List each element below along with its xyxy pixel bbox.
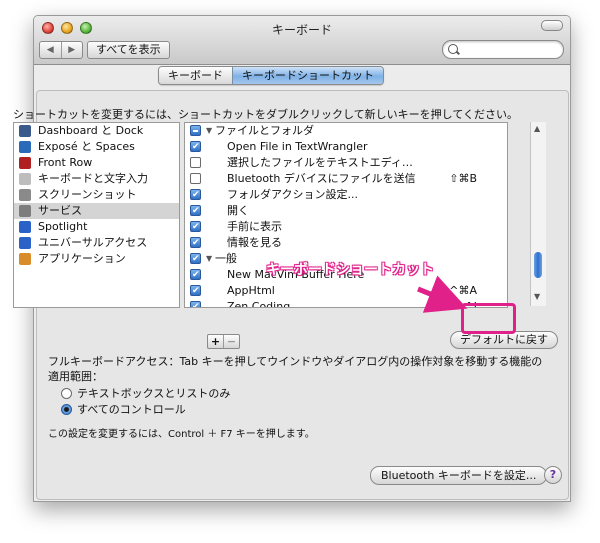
category-label: Exposé と Spaces	[38, 140, 135, 153]
shortcut-row[interactable]: フォルダアクション設定...	[185, 187, 507, 203]
radio-all-controls[interactable]: すべてのコントロール	[61, 403, 186, 417]
shortcut-checkbox[interactable]	[190, 203, 201, 219]
radio-on-icon	[61, 404, 72, 415]
annotation-highlight-box	[461, 303, 516, 334]
full-keyboard-access-label: フルキーボードアクセス：Tab キーを押してウインドウやダイアログ内の操作対象を…	[48, 355, 543, 383]
remove-shortcut-button[interactable]: −	[224, 335, 239, 348]
instruction-text: ショートカットを変更するには、ショートカットをダブルクリックして新しいキーを押し…	[13, 108, 519, 121]
forward-button[interactable]: ▶	[62, 42, 83, 58]
shortcut-row[interactable]: Zen Coding^I	[185, 299, 507, 308]
category-item[interactable]: Spotlight	[14, 219, 179, 235]
category-label: キーボードと文字入力	[38, 172, 148, 185]
spotlight-icon	[19, 221, 31, 233]
shortcut-row[interactable]: Bluetooth デバイスにファイルを送信 ⇧⌘B	[185, 171, 507, 187]
shortcut-label: 選択したファイルをテキストエディ…	[227, 156, 413, 169]
shortcut-group-row[interactable]: ▼ ファイルとフォルダ	[185, 123, 507, 139]
shortcut-checkbox[interactable]	[190, 219, 201, 235]
category-item[interactable]: スクリーンショット	[14, 187, 179, 203]
screenshot-icon	[19, 189, 31, 201]
shortcut-label: AppHtml	[227, 284, 275, 297]
shortcut-label: 一般	[215, 252, 237, 265]
toolbar-toggle-button[interactable]	[541, 20, 563, 31]
tab-keyboard-shortcuts[interactable]: キーボードショートカット	[232, 67, 383, 84]
shortcut-key[interactable]: ^⌘A	[449, 283, 477, 299]
shortcut-label: フォルダアクション設定...	[227, 188, 358, 201]
category-item[interactable]: ユニバーサルアクセス	[14, 235, 179, 251]
shortcut-row[interactable]: 情報を見る	[185, 235, 507, 251]
scroll-down-arrow-icon[interactable]: ▼	[534, 292, 540, 301]
shortcut-key[interactable]: ⇧⌘B	[449, 171, 477, 187]
shortcut-checkbox[interactable]	[190, 139, 201, 155]
shortcut-list-scrollbar[interactable]: ▲ ▼	[530, 122, 546, 306]
shortcut-row[interactable]: 開く	[185, 203, 507, 219]
window-title: キーボード	[271, 23, 332, 37]
category-item[interactable]: サービス	[14, 203, 179, 219]
shortcut-checkbox[interactable]	[190, 187, 201, 203]
shortcut-label: Open File in TextWrangler	[227, 140, 368, 153]
category-list[interactable]: Dashboard と Dock Exposé と Spaces Front Row…	[13, 122, 180, 308]
title-bar: キーボード ◀ ▶ すべてを表示	[34, 16, 570, 65]
radio-text-boxes-and-lists[interactable]: テキストボックスとリストのみ	[61, 387, 230, 401]
search-field[interactable]	[442, 40, 564, 59]
shortcut-checkbox[interactable]	[190, 267, 201, 283]
shortcut-label: Bluetooth デバイスにファイルを送信	[227, 172, 416, 185]
shortcut-checkbox[interactable]	[190, 299, 201, 307]
dashboard-dock-icon	[19, 125, 31, 137]
shortcut-label: 手前に表示	[227, 220, 282, 233]
tab-bar: キーボード キーボードショートカット	[158, 66, 384, 85]
shortcut-list[interactable]: ▼ファイルとフォルダOpen File in TextWrangler選択したフ…	[184, 122, 508, 308]
shortcut-row[interactable]: 手前に表示	[185, 219, 507, 235]
category-label: サービス	[38, 204, 82, 217]
category-item[interactable]: Exposé と Spaces	[14, 139, 179, 155]
expose-spaces-icon	[19, 141, 31, 153]
radio-label: テキストボックスとリストのみ	[77, 387, 231, 400]
shortcut-label: 情報を見る	[227, 236, 282, 249]
shortcut-label: ファイルとフォルダ	[215, 124, 314, 137]
services-gear-icon	[19, 205, 31, 217]
show-all-button[interactable]: すべてを表示	[87, 41, 170, 59]
category-label: Dashboard と Dock	[38, 124, 144, 137]
shortcut-checkbox[interactable]	[190, 173, 201, 184]
shortcut-row[interactable]: 選択したファイルをテキストエディ…	[185, 155, 507, 171]
category-label: Front Row	[38, 156, 93, 169]
radio-label: すべてのコントロール	[77, 403, 186, 416]
shortcut-checkbox[interactable]	[190, 157, 201, 168]
keyboard-icon	[19, 173, 31, 185]
back-forward-control: ◀ ▶	[39, 41, 83, 59]
universal-access-icon	[19, 237, 31, 249]
category-item[interactable]: Dashboard と Dock	[14, 123, 179, 139]
category-label: アプリケーション	[38, 252, 126, 265]
category-label: スクリーンショット	[38, 188, 137, 201]
applications-icon	[19, 253, 31, 265]
back-button[interactable]: ◀	[40, 42, 62, 58]
annotation-label: キーボードショートカット	[266, 262, 434, 278]
add-shortcut-button[interactable]: +	[208, 335, 224, 348]
scroll-up-arrow-icon[interactable]: ▲	[534, 124, 540, 133]
add-remove-control: + −	[207, 334, 240, 349]
shortcut-row[interactable]: AppHtml ^⌘A	[185, 283, 507, 299]
shortcut-checkbox[interactable]	[190, 125, 201, 136]
category-label: ユニバーサルアクセス	[38, 236, 148, 249]
setup-bluetooth-keyboard-button[interactable]: Bluetooth キーボードを設定...	[370, 466, 548, 485]
shortcut-label: Zen Coding	[227, 300, 291, 308]
shortcut-checkbox[interactable]	[190, 235, 201, 251]
control-f7-note: この設定を変更するには、Control ＋ F7 キーを押します。	[48, 429, 315, 440]
category-label: Spotlight	[38, 220, 88, 233]
search-icon	[448, 44, 458, 54]
category-item[interactable]: アプリケーション	[14, 251, 179, 267]
shortcut-row[interactable]: Open File in TextWrangler	[185, 139, 507, 155]
shortcut-label: 開く	[227, 204, 249, 217]
front-row-icon	[19, 157, 31, 169]
category-item[interactable]: Front Row	[14, 155, 179, 171]
category-item[interactable]: キーボードと文字入力	[14, 171, 179, 187]
help-button[interactable]: ?	[544, 466, 562, 484]
shortcut-checkbox[interactable]	[190, 251, 201, 267]
scroll-thumb[interactable]	[534, 252, 542, 278]
radio-off-icon	[61, 388, 72, 399]
disclosure-triangle-icon[interactable]: ▼	[206, 251, 212, 267]
shortcut-checkbox[interactable]	[190, 283, 201, 299]
disclosure-triangle-icon[interactable]: ▼	[206, 123, 212, 139]
tab-keyboard[interactable]: キーボード	[159, 67, 232, 84]
